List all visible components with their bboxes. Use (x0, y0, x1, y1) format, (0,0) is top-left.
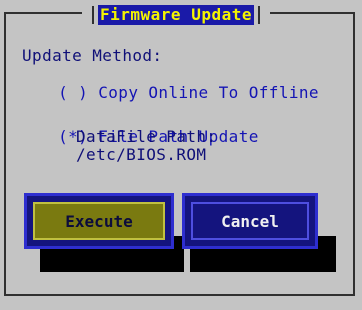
datafile-path-label: DataFile Path: (76, 127, 217, 146)
dialog-title: Firmware Update (98, 5, 254, 25)
cancel-button-label[interactable]: Cancel (221, 212, 279, 231)
execute-button[interactable]: Execute (24, 193, 174, 249)
title-left-tick (92, 6, 94, 24)
radio-copy-online-mark[interactable]: ( ) (58, 83, 88, 102)
cancel-button[interactable]: Cancel (182, 193, 318, 249)
radio-copy-online-label[interactable]: Copy Online To Offline (98, 83, 319, 102)
execute-button-label[interactable]: Execute (65, 212, 132, 231)
execute-button-face[interactable]: Execute (33, 202, 165, 240)
radio-copy-online[interactable]: ( ) Copy Online To Offline (38, 66, 319, 102)
cancel-button-face[interactable]: Cancel (191, 202, 309, 240)
datafile-path-value[interactable]: /etc/BIOS.ROM (76, 146, 206, 164)
dialog-title-bar: Firmware Update (82, 4, 270, 26)
update-method-label: Update Method: (22, 46, 163, 65)
title-right-tick (258, 6, 260, 24)
